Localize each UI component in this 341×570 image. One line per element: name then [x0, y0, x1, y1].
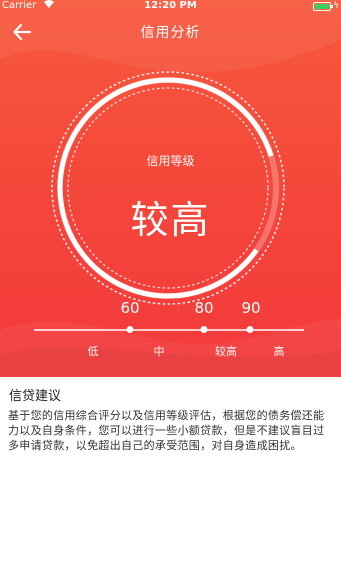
scale-mark-90: 90	[241, 299, 261, 317]
credit-advice-section: 信贷建议 基于您的信用综合评分以及信用等级评估，根据您的债务偿还能力以及自身条件…	[8, 383, 333, 453]
credit-header-panel: Carrier 12:20 PM ϟ 信用分析 信用等级 较高 60 80 90…	[0, 0, 341, 377]
rating-value: 较高	[130, 198, 211, 242]
scale-dot	[200, 326, 208, 333]
level-label-high: 高	[273, 345, 285, 358]
scale-track	[34, 329, 304, 331]
level-label-fairly-high: 较高	[215, 345, 237, 358]
rating-label: 信用等级	[146, 154, 195, 168]
level-label-low: 低	[87, 345, 99, 358]
scale-dot	[126, 326, 134, 333]
credit-gauge: 信用等级 较高	[0, 0, 341, 377]
advice-text: 基于您的信用综合评分以及信用等级评估，根据您的债务偿还能力以及自身条件，您可以进…	[8, 409, 325, 452]
level-label-medium: 中	[153, 345, 165, 358]
scale-mark-60: 60	[120, 299, 140, 317]
advice-title: 信贷建议	[9, 389, 62, 404]
scale-dot	[246, 326, 254, 333]
scale-mark-80: 80	[194, 299, 214, 317]
